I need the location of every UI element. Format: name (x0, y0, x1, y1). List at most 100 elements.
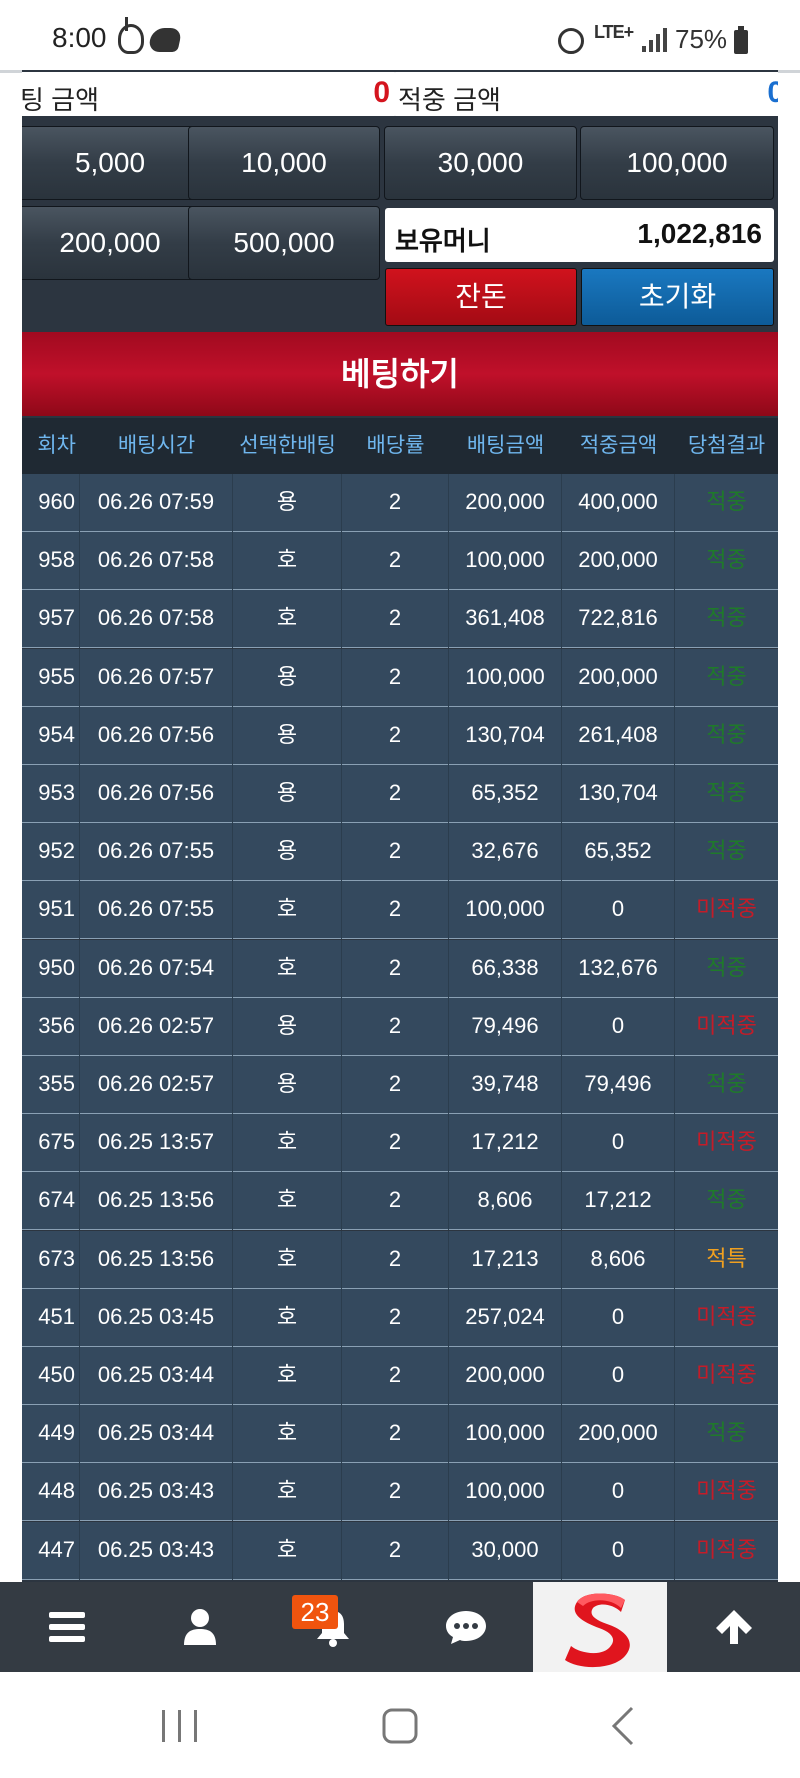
cell-round: 448 (22, 1463, 80, 1522)
table-row: 951 06.26 07:55 호 2 100,000 0 미적중 (22, 881, 778, 940)
menu-icon[interactable] (0, 1582, 133, 1672)
cell-selection: 호 (233, 1463, 342, 1522)
cell-odds: 2 (342, 1463, 449, 1522)
cell-result: 적중 (706, 721, 747, 747)
battery-icon (734, 26, 748, 54)
cell-selection: 용 (233, 706, 342, 765)
chip-30000-button[interactable]: 30,000 (384, 126, 577, 200)
cell-odds: 2 (342, 648, 449, 707)
cell-odds: 2 (342, 1288, 449, 1347)
cell-result: 미적중 (696, 1012, 757, 1038)
change-button[interactable]: 잔돈 (385, 268, 577, 326)
table-row: 450 06.25 03:44 호 2 200,000 0 미적중 (22, 1347, 778, 1405)
cell-time: 06.26 02:57 (80, 1056, 233, 1114)
cell-odds: 2 (342, 474, 449, 532)
chip-500000-button[interactable]: 500,000 (188, 206, 380, 280)
cell-time: 06.25 03:43 (80, 1463, 233, 1522)
chip-5000-button[interactable]: 5,000 (22, 126, 206, 200)
cell-result: 적특 (706, 1245, 747, 1271)
table-row: 355 06.26 02:57 용 2 39,748 79,496 적중 (22, 1056, 778, 1114)
table-row: 673 06.25 13:56 호 2 17,213 8,606 적특 (22, 1230, 778, 1289)
back-button[interactable] (594, 1698, 654, 1754)
home-button[interactable] (370, 1698, 430, 1754)
cell-time: 06.25 03:44 (80, 1405, 233, 1464)
betting-panel: 팅 금액 0 적중 금액 0 5,000 10,000 30,000 100,0… (22, 70, 778, 1582)
cell-odds: 2 (342, 881, 449, 940)
cell-win-amount: 0 (562, 1521, 675, 1580)
cell-selection: 호 (233, 939, 342, 998)
cell-win-amount: 65,352 (562, 823, 675, 882)
alarm-icon (558, 28, 584, 54)
cell-time: 06.26 07:55 (80, 823, 233, 882)
cell-round: 451 (22, 1288, 80, 1347)
cell-bet-amount: 100,000 (449, 648, 562, 707)
bottom-nav: 23 (0, 1582, 800, 1672)
cell-result: 적중 (706, 954, 747, 980)
cell-win-amount: 200,000 (562, 1405, 675, 1464)
cell-win-amount: 0 (562, 997, 675, 1056)
cell-bet-amount: 8,606 (449, 1172, 562, 1231)
table-row: 957 06.26 07:58 호 2 361,408 722,816 적중 (22, 590, 778, 649)
bet-amount-label: 팅 금액 (22, 85, 99, 115)
table-row: 675 06.25 13:57 호 2 17,212 0 미적중 (22, 1114, 778, 1173)
cell-odds: 2 (342, 590, 449, 649)
cell-selection: 호 (233, 532, 342, 591)
user-icon[interactable] (133, 1582, 266, 1672)
chat-icon[interactable] (399, 1582, 532, 1672)
table-row: 960 06.26 07:59 용 2 200,000 400,000 적중 (22, 474, 778, 532)
cell-bet-amount: 100,000 (449, 1463, 562, 1522)
cell-odds: 2 (342, 1172, 449, 1231)
cell-bet-amount: 39,748 (449, 1056, 562, 1114)
cell-odds: 2 (342, 997, 449, 1056)
reset-button[interactable]: 초기화 (581, 268, 774, 326)
cell-round: 954 (22, 706, 80, 765)
chip-200000-button[interactable]: 200,000 (22, 206, 206, 280)
cell-odds: 2 (342, 939, 449, 998)
cell-bet-amount: 100,000 (449, 881, 562, 940)
cell-win-amount: 79,496 (562, 1056, 675, 1114)
cell-time: 06.26 07:55 (80, 881, 233, 940)
bet-amount-box: 팅 금액 0 (22, 72, 398, 116)
win-amount-box: 적중 금액 0 (392, 72, 778, 116)
header-win: 적중금액 (579, 434, 658, 457)
place-bet-button[interactable]: 베팅하기 (22, 332, 778, 416)
battery-percent: 75% (675, 24, 728, 54)
cell-selection: 용 (233, 997, 342, 1056)
table-row: 448 06.25 03:43 호 2 100,000 0 미적중 (22, 1463, 778, 1522)
cell-odds: 2 (342, 765, 449, 823)
cell-win-amount: 8,606 (562, 1230, 675, 1289)
cell-round: 447 (22, 1521, 80, 1580)
cell-selection: 용 (233, 765, 342, 823)
cell-bet-amount: 130,704 (449, 706, 562, 765)
cell-odds: 2 (342, 1230, 449, 1289)
table-row: 953 06.26 07:56 용 2 65,352 130,704 적중 (22, 765, 778, 823)
cell-result: 미적중 (696, 1303, 757, 1329)
table-row: 954 06.26 07:56 용 2 130,704 261,408 적중 (22, 706, 778, 765)
cell-round: 952 (22, 823, 80, 882)
cell-selection: 호 (233, 1405, 342, 1464)
cell-win-amount: 0 (562, 1463, 675, 1522)
cell-selection: 호 (233, 1114, 342, 1173)
table-row: 449 06.25 03:44 호 2 100,000 200,000 적중 (22, 1405, 778, 1464)
header-round: 회차 (37, 434, 76, 457)
chip-100000-button[interactable]: 100,000 (580, 126, 774, 200)
chip-10000-button[interactable]: 10,000 (188, 126, 380, 200)
cell-bet-amount: 79,496 (449, 997, 562, 1056)
recent-apps-button[interactable] (150, 1698, 210, 1754)
cell-bet-amount: 100,000 (449, 1405, 562, 1464)
cell-round: 951 (22, 881, 80, 940)
network-label: LTE+ (594, 22, 634, 42)
cell-bet-amount: 32,676 (449, 823, 562, 882)
table-row: 950 06.26 07:54 호 2 66,338 132,676 적중 (22, 939, 778, 998)
table-header: 회차 배팅시간 선택한배팅 배당률 배팅금액 적중금액 당첨결과 (22, 418, 778, 474)
logo[interactable] (533, 1582, 667, 1672)
b-icon (118, 17, 144, 54)
cell-bet-amount: 100,000 (449, 532, 562, 591)
cell-win-amount: 0 (562, 1114, 675, 1173)
arrow-up-icon[interactable] (667, 1582, 800, 1672)
cell-selection: 호 (233, 1230, 342, 1289)
cell-bet-amount: 30,000 (449, 1521, 562, 1580)
win-amount-value: 0 (767, 76, 778, 109)
cell-result: 적중 (706, 605, 747, 631)
status-time: 8:00 (52, 22, 107, 53)
